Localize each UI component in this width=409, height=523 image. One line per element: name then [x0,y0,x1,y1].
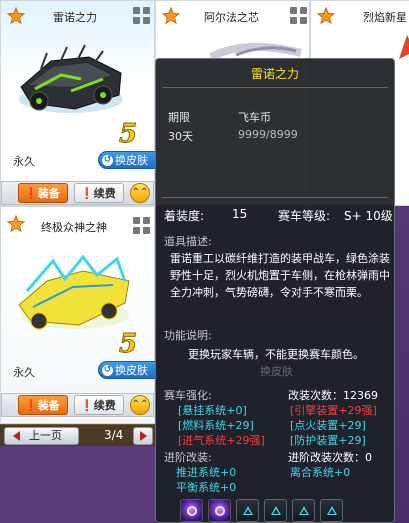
renew-button[interactable]: ❗续费 [74,395,124,415]
grade-badge: 5 [118,119,138,150]
car-image [399,35,409,59]
function-text: 更换玩家车辆，不能更换赛车颜色。 [188,348,364,361]
divider [162,197,388,198]
renew-label: 续费 [93,399,116,412]
background-strip [0,446,155,523]
upgrade-icon[interactable]: ⌃⌃ [130,395,150,415]
item-tooltip: 雷诺之力 期限 飞车币 30天 9999/8999 着装度: 15 赛车等级: … [155,58,395,523]
advanced-count: 进阶改装次数：0 [288,451,372,464]
empty-slot-icon[interactable] [320,499,343,522]
currency-value: 9999/8999 [238,128,298,141]
fuel-slot: [燃料系统+29] [178,419,254,432]
suspension-slot: [悬挂系统+0] [178,404,247,417]
grid-view-icon[interactable] [133,217,150,234]
gem-slot-icon[interactable] [180,499,203,522]
grid-view-icon[interactable] [133,7,150,24]
favorite-star-icon[interactable] [317,7,335,25]
next-page-button[interactable] [133,427,153,445]
description-label: 道具描述: [164,235,212,248]
engine-slot: [引擎装置+29强] [290,404,377,417]
car-duration: 永久 [13,366,35,379]
change-skin-button[interactable]: ↺ 换皮肤 [98,151,156,169]
divider [162,87,388,88]
car-image [18,254,130,330]
favorite-star-icon[interactable] [7,7,25,25]
renew-label: 续费 [93,187,116,200]
equip-button[interactable]: ❗装备 [18,183,68,203]
favorite-star-icon[interactable] [7,215,25,233]
equip-level-label: 着装度: [164,209,205,223]
empty-slot-icon[interactable] [264,499,287,522]
prev-page-button[interactable]: 上一页 [4,427,79,445]
car-title: 雷诺之力 [53,11,97,24]
car-image [209,42,302,59]
change-skin-label: 换皮肤 [115,154,148,167]
empty-slot-icon[interactable] [292,499,315,522]
change-skin-button[interactable]: ↺ 换皮肤 [98,361,156,379]
advanced-label: 进阶改装: [164,451,212,464]
change-skin-label: 换皮肤 [115,364,148,377]
gem-slot-icon[interactable] [208,499,231,522]
grade-badge: 5 [118,329,138,360]
ignition-slot: [点火装置+29] [290,419,366,432]
strengthen-label: 赛车强化: [164,389,212,402]
arrow-left-icon [13,431,20,441]
car-title: 阿尔法之芯 [204,11,259,24]
equip-label: 装备 [37,187,60,200]
pagination-bar: 上一页 3/4 [0,424,155,446]
description-text: 雷诺重工以碳纤维打造的装甲战车，绿色涂装野性十足，烈火机炮置于车侧，在枪林弹雨中… [170,252,390,299]
term-value: 30天 [168,130,193,143]
propulsion-item: 推进系统+0 [176,466,237,479]
swap-icon: ↺ [102,365,113,376]
card-action-bar: ❗装备 ❗续费 ⌃⌃ [1,393,154,417]
function-label: 功能说明: [164,329,212,342]
car-card-1[interactable]: 雷诺之力 5 永久 ↺ 换皮肤 ❗装备 ❗续费 ⌃⌃ [0,0,156,206]
grid-view-icon[interactable] [290,7,307,24]
equip-label: 装备 [37,399,60,412]
favorite-star-icon[interactable] [162,7,180,25]
car-title: 终极众神之神 [41,221,107,234]
arrow-right-icon [140,431,147,441]
intake-slot: [进气系统+29强] [178,434,265,447]
clutch-item: 离合系统+0 [290,466,351,479]
garage-page: 雷诺之力 5 永久 ↺ 换皮肤 ❗装备 ❗续费 ⌃⌃ 阿尔法之芯 烈焰新星 终极… [0,0,409,523]
modify-count: 改装次数：12369 [288,389,378,402]
ghost-skin-text: 换皮肤 [260,365,293,378]
protection-slot: [防护装置+29] [290,434,366,447]
prev-page-label: 上一页 [29,429,62,442]
car-duration: 永久 [13,155,35,168]
equip-level-value: 15 [232,207,248,221]
renew-button[interactable]: ❗续费 [74,183,124,203]
swap-icon: ↺ [102,155,113,166]
term-header: 期限 [168,111,190,124]
car-level-label: 赛车等级: [278,209,331,223]
page-indicator: 3/4 [104,428,124,442]
car-image [19,44,123,113]
upgrade-icon[interactable]: ⌃⌃ [130,183,150,203]
tooltip-title: 雷诺之力 [250,67,299,81]
balance-item: 平衡系统+0 [176,481,237,494]
car-card-4[interactable]: 终极众神之神 5 永久 ↺ 换皮肤 ❗装备 ❗续费 ⌃⌃ [0,206,156,424]
car-level-value: S+ 10级 [344,209,393,223]
currency-header: 飞车币 [238,111,271,124]
card-action-bar: ❗装备 ❗续费 ⌃⌃ [1,181,154,205]
empty-slot-icon[interactable] [236,499,259,522]
car-title: 烈焰新星 [363,11,407,24]
equip-button[interactable]: ❗装备 [18,395,68,415]
